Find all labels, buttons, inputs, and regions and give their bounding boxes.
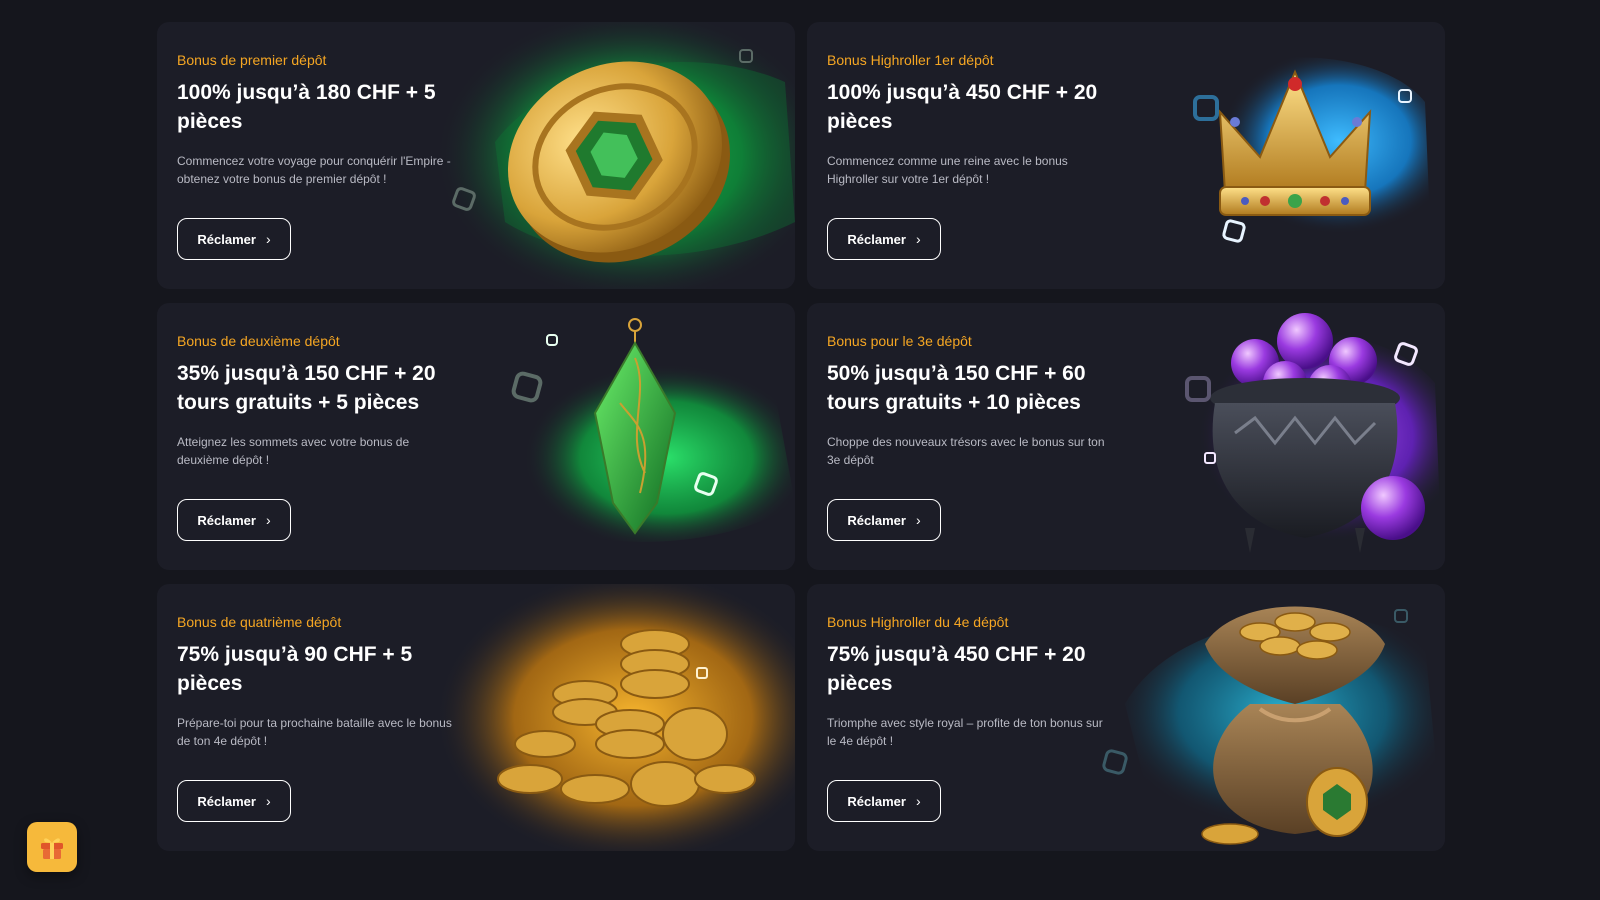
bonus-eyebrow: Bonus de premier dépôt xyxy=(177,52,327,68)
claim-button-label: Réclamer xyxy=(197,231,256,247)
bonus-description: Prépare-toi pour ta prochaine bataille a… xyxy=(177,716,452,748)
chevron-right-icon: › xyxy=(265,793,271,809)
chevron-right-icon: › xyxy=(915,231,921,247)
chevron-right-icon: › xyxy=(265,512,271,528)
bonus-description: Atteignez les sommets avec votre bonus d… xyxy=(177,435,410,467)
card-content: Bonus Highroller du 4e dépôt 75% jusqu’à… xyxy=(827,614,1112,750)
bonus-eyebrow: Bonus pour le 3e dépôt xyxy=(827,333,972,349)
bonus-title: 100% jusqu’à 180 CHF + 5 pièces xyxy=(177,81,436,133)
bonus-card-highroller-fourth-deposit: Bonus Highroller du 4e dépôt 75% jusqu’à… xyxy=(807,584,1445,851)
gift-icon xyxy=(41,838,63,859)
bonus-card-third-deposit: Bonus pour le 3e dépôt 50% jusqu’à 150 C… xyxy=(807,303,1445,570)
gold-coin-emerald-icon xyxy=(435,22,795,289)
claim-button-label: Réclamer xyxy=(847,231,906,247)
claim-button-label: Réclamer xyxy=(197,512,256,528)
claim-button[interactable]: Réclamer › xyxy=(827,780,941,822)
claim-button-label: Réclamer xyxy=(847,793,906,809)
card-content: Bonus pour le 3e dépôt 50% jusqu’à 150 C… xyxy=(827,333,1112,469)
card-content: Bonus de deuxième dépôt 35% jusqu’à 150 … xyxy=(177,333,462,469)
card-content: Bonus de premier dépôt 100% jusqu’à 180 … xyxy=(177,52,462,188)
claim-button[interactable]: Réclamer › xyxy=(827,218,941,260)
claim-button[interactable]: Réclamer › xyxy=(177,499,291,541)
bonus-title: 50% jusqu’à 150 CHF + 60 tours gratuits … xyxy=(827,362,1086,414)
claim-button-label: Réclamer xyxy=(197,793,256,809)
bonus-title: 100% jusqu’à 450 CHF + 20 pièces xyxy=(827,81,1098,133)
chevron-right-icon: › xyxy=(915,512,921,528)
claim-button[interactable]: Réclamer › xyxy=(177,218,291,260)
bonus-eyebrow: Bonus de deuxième dépôt xyxy=(177,333,340,349)
bonus-eyebrow: Bonus de quatrième dépôt xyxy=(177,614,342,630)
cauldron-orbs-icon xyxy=(1085,303,1445,570)
claim-button[interactable]: Réclamer › xyxy=(827,499,941,541)
gift-button[interactable] xyxy=(27,822,77,872)
claim-button-label: Réclamer xyxy=(847,512,906,528)
bonus-eyebrow: Bonus Highroller 1er dépôt xyxy=(827,52,994,68)
emerald-pendant-icon xyxy=(435,303,795,570)
bonus-eyebrow: Bonus Highroller du 4e dépôt xyxy=(827,614,1009,630)
card-content: Bonus Highroller 1er dépôt 100% jusqu’à … xyxy=(827,52,1112,188)
claim-button[interactable]: Réclamer › xyxy=(177,780,291,822)
bonus-grid: Bonus de premier dépôt 100% jusqu’à 180 … xyxy=(157,22,1445,851)
bonus-title: 35% jusqu’à 150 CHF + 20 tours gratuits … xyxy=(177,362,436,414)
bonus-description: Commencez votre voyage pour conquérir l'… xyxy=(177,154,451,186)
bonus-title: 75% jusqu’à 450 CHF + 20 pièces xyxy=(827,643,1086,695)
bonus-description: Triomphe avec style royal – profite de t… xyxy=(827,716,1103,748)
bonus-card-second-deposit: Bonus de deuxième dépôt 35% jusqu’à 150 … xyxy=(157,303,795,570)
bonus-description: Commencez comme une reine avec le bonus … xyxy=(827,154,1068,186)
chevron-right-icon: › xyxy=(915,793,921,809)
bonus-card-fourth-deposit: Bonus de quatrième dépôt 75% jusqu’à 90 … xyxy=(157,584,795,851)
card-content: Bonus de quatrième dépôt 75% jusqu’à 90 … xyxy=(177,614,462,750)
coin-sack-icon xyxy=(1085,584,1445,851)
bonus-card-first-deposit: Bonus de premier dépôt 100% jusqu’à 180 … xyxy=(157,22,795,289)
bonus-description: Choppe des nouveaux trésors avec le bonu… xyxy=(827,435,1105,467)
bonus-card-highroller-first-deposit: Bonus Highroller 1er dépôt 100% jusqu’à … xyxy=(807,22,1445,289)
chevron-right-icon: › xyxy=(265,231,271,247)
coin-stacks-icon xyxy=(435,584,795,851)
bonus-title: 75% jusqu’à 90 CHF + 5 pièces xyxy=(177,643,413,695)
crown-icon xyxy=(1085,22,1445,289)
